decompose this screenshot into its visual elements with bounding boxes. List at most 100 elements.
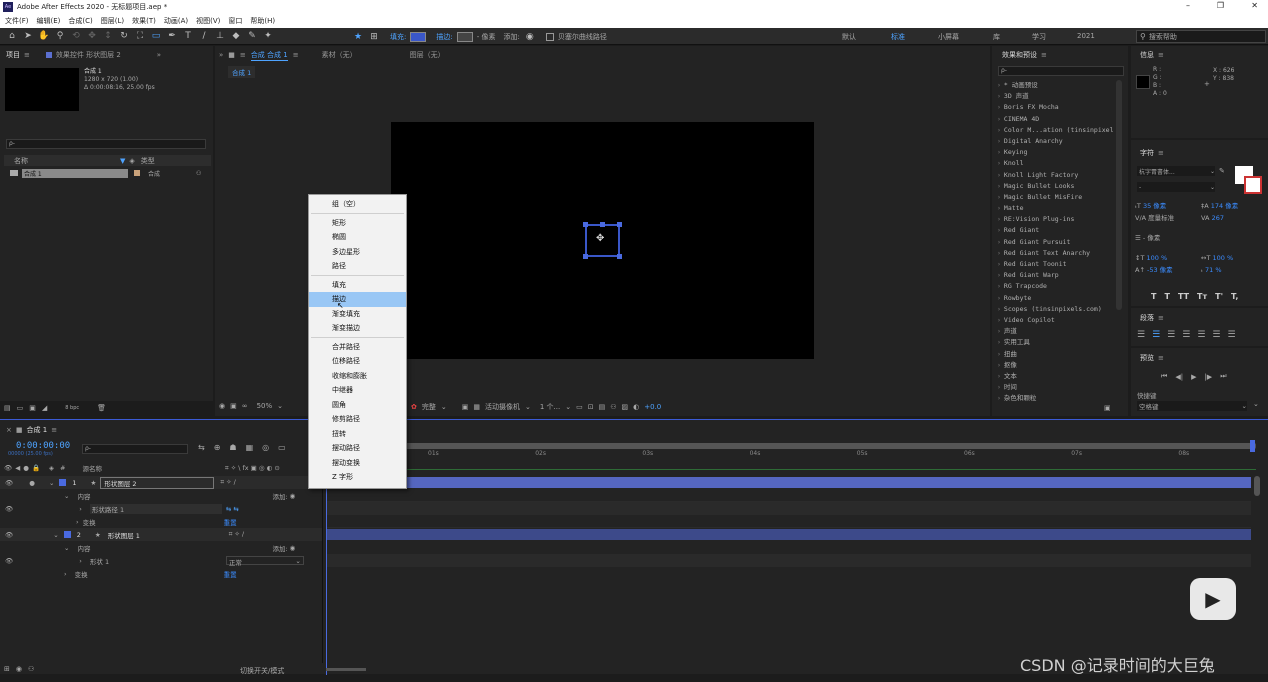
effects-scrollbar[interactable]: [1116, 80, 1122, 310]
source-name-header[interactable]: 源名称: [82, 463, 102, 473]
menu-animation[interactable]: 动画(A): [164, 16, 188, 26]
layer2-contents-twirl-icon[interactable]: ⌄: [64, 544, 69, 552]
workspace-small-screen[interactable]: 小屏幕: [938, 32, 959, 42]
layer1-transform-twirl-icon[interactable]: ›: [76, 518, 79, 526]
layer2-shape-visibility-icon[interactable]: 👁: [5, 557, 13, 565]
layer2-twirl-icon[interactable]: ⌄: [53, 531, 58, 539]
draft-3d-icon[interactable]: ⊕: [214, 443, 221, 452]
layer1-solo-icon[interactable]: ●: [29, 479, 35, 487]
render-icon[interactable]: ⊞: [4, 665, 10, 673]
snapshot-icon[interactable]: ▨: [622, 403, 629, 411]
layer2-shape-twirl-icon[interactable]: ›: [79, 557, 82, 565]
layer2-duration-bar[interactable]: [327, 529, 1251, 540]
menu-layer[interactable]: 图层(L): [101, 16, 124, 26]
close-button[interactable]: ✕: [1251, 1, 1258, 10]
layer1-transform-row[interactable]: › 变换 重置: [0, 515, 322, 528]
layer2-add-label[interactable]: 添加:: [272, 543, 287, 553]
layer2-blend-mode-select[interactable]: 正常 ⌄: [225, 556, 304, 567]
effects-category-item[interactable]: 实用工具: [997, 337, 1115, 348]
effects-category-item[interactable]: 扭曲: [997, 349, 1115, 360]
first-frame-icon[interactable]: ⏮: [1161, 372, 1167, 381]
motion-blur-icon[interactable]: ◎: [262, 443, 269, 452]
layer2-add-icon[interactable]: ◉: [290, 544, 296, 552]
menu-edit[interactable]: 编辑(E): [37, 16, 61, 26]
graph-editor-icon[interactable]: ▭: [278, 443, 286, 452]
effects-category-item[interactable]: 杂色和颗粒: [997, 393, 1115, 404]
project-tab[interactable]: 项目: [6, 50, 20, 60]
new-folder-icon[interactable]: ▭: [17, 404, 24, 412]
comp-breadcrumb[interactable]: 合成 1: [228, 66, 256, 78]
effects-category-item[interactable]: Magic Bullet MisFire: [997, 192, 1115, 203]
layer2-shape-name[interactable]: 形状 1: [90, 556, 222, 566]
layer1-contents-twirl-icon[interactable]: ⌄: [64, 492, 69, 500]
kerning-value[interactable]: 度量标准: [1148, 214, 1174, 222]
effects-category-item[interactable]: Rowbyte: [997, 293, 1115, 304]
effects-category-item[interactable]: Red Giant Warp: [997, 270, 1115, 281]
workspace-default[interactable]: 默认: [842, 32, 856, 42]
flowchart-view-icon[interactable]: ⚇: [610, 403, 616, 411]
tsume-value[interactable]: 71 %: [1205, 266, 1222, 274]
effects-panel-title[interactable]: 效果和预设: [1002, 50, 1037, 60]
layer2-contents-row[interactable]: ⌄ 内容 添加: ◉: [0, 541, 322, 554]
menu-item-polystar[interactable]: 多边星形: [309, 245, 406, 260]
effects-category-item[interactable]: CINEMA 4D: [997, 114, 1115, 125]
effects-category-item[interactable]: 文本: [997, 371, 1115, 382]
layer1-path-direction-icon[interactable]: ⇆ ⇆: [226, 505, 239, 513]
small-caps-button[interactable]: Tт: [1197, 292, 1207, 301]
comp-mini-flowchart-icon[interactable]: ⇆: [198, 443, 205, 452]
toggle-pixel-icon[interactable]: ▭: [576, 403, 583, 411]
align-center-icon[interactable]: ☰: [1152, 330, 1160, 340]
horizontal-scale-value[interactable]: 100 %: [1213, 254, 1234, 262]
menu-item-twist[interactable]: 扭转: [309, 427, 406, 442]
timeline-tab[interactable]: 合成 1: [27, 425, 48, 435]
menu-item-gradient-stroke[interactable]: 渐变描边: [309, 321, 406, 336]
menu-item-repeater[interactable]: 中继器: [309, 383, 406, 398]
stroke-width-value[interactable]: - 像素: [1143, 234, 1160, 242]
layer1-shape-path-row[interactable]: 👁 › 形状路径 1 ⇆ ⇆: [0, 502, 322, 515]
menu-item-stroke[interactable]: 描边: [309, 292, 406, 307]
shy-layers-icon[interactable]: ☗: [229, 443, 236, 452]
new-comp-icon[interactable]: ▣: [29, 404, 36, 412]
font-style-select[interactable]: - ⌄: [1137, 182, 1215, 192]
effects-search-input[interactable]: ρ-: [998, 66, 1124, 76]
exposure-value[interactable]: +0.0: [644, 403, 661, 411]
layer2-switches[interactable]: ⌗ ✧ /: [229, 530, 244, 539]
layer2-transform-twirl-icon[interactable]: ›: [64, 570, 67, 578]
layer1-path-name[interactable]: 形状路径 1: [89, 503, 222, 514]
shape-layer-bounding-box[interactable]: ✥: [583, 222, 622, 259]
preview-expand-icon[interactable]: ⌄: [1253, 400, 1259, 408]
fast-previews-icon[interactable]: ⊡: [588, 403, 594, 411]
transparency-grid-icon[interactable]: ▦: [473, 403, 480, 411]
workspace-library[interactable]: 库: [993, 32, 1000, 42]
menu-composition[interactable]: 合成(C): [68, 16, 92, 26]
superscript-button[interactable]: T': [1215, 292, 1223, 301]
layer2-shape-row[interactable]: 👁 › 形状 1 正常 ⌄: [0, 554, 322, 567]
interpret-footage-icon[interactable]: ▤: [4, 404, 11, 412]
trash-icon[interactable]: 🗑: [97, 404, 106, 412]
project-search-input[interactable]: ρ-: [6, 139, 206, 149]
menu-item-round-corners[interactable]: 圆角: [309, 398, 406, 413]
workspace-2021[interactable]: 2021: [1077, 32, 1095, 40]
play-icon[interactable]: ▶: [1191, 373, 1196, 381]
effects-category-item[interactable]: Red Giant Pursuit: [997, 237, 1115, 248]
toggle-switches-modes[interactable]: 切换开关/模式: [240, 666, 284, 676]
3d-glasses-icon[interactable]: ∞: [242, 402, 248, 410]
info-panel-title[interactable]: 信息: [1140, 50, 1154, 60]
baseline-shift-value[interactable]: -53 像素: [1147, 266, 1173, 274]
timeline-vertical-scrollbar[interactable]: [1254, 476, 1260, 496]
menu-item-rectangle[interactable]: 矩形: [309, 216, 406, 231]
effects-category-item[interactable]: Digital Anarchy: [997, 136, 1115, 147]
timeline-icon[interactable]: ▤: [599, 403, 606, 411]
menu-item-empty-group[interactable]: 组（空）: [309, 197, 406, 212]
zoom-select[interactable]: 50%: [257, 402, 273, 410]
effects-category-item[interactable]: RE:Vision Plug-ins: [997, 214, 1115, 225]
menu-window[interactable]: 窗口: [228, 16, 242, 26]
time-ruler[interactable]: [326, 443, 1256, 449]
col-name-header[interactable]: 名称: [14, 156, 28, 166]
faux-italic-button[interactable]: T: [1164, 292, 1169, 301]
effects-category-item[interactable]: 时间: [997, 382, 1115, 393]
search-help-field[interactable]: ⚲ 搜索帮助: [1136, 30, 1266, 43]
menu-help[interactable]: 帮助(H): [250, 16, 275, 26]
project-item-row[interactable]: 合成 1 合成 ⚇: [10, 168, 210, 178]
align-left-icon[interactable]: ☰: [1137, 330, 1145, 340]
